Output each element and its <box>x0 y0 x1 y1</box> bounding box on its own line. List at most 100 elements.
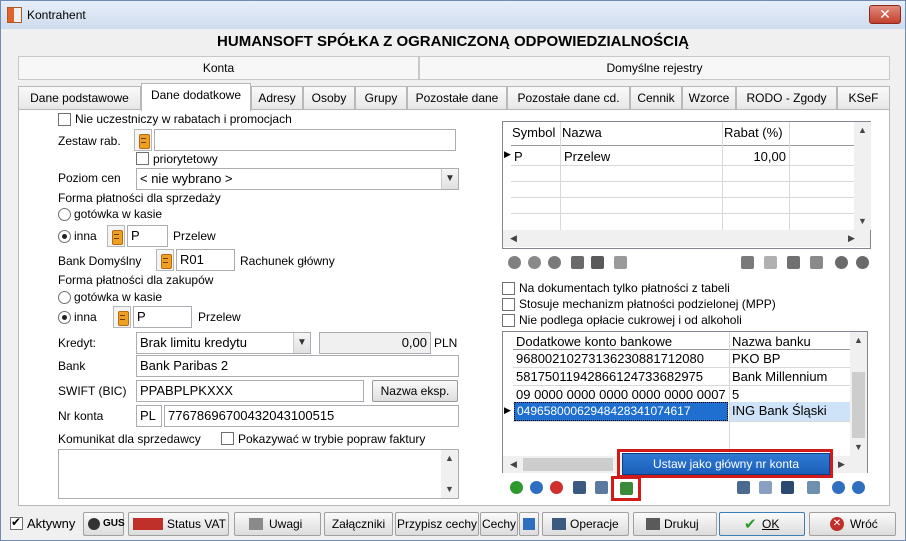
print-icon[interactable] <box>737 481 750 494</box>
tab-dane-dodatkowe[interactable]: Dane dodatkowe <box>141 83 251 111</box>
tab-adresy[interactable]: Adresy <box>251 86 303 110</box>
tab-rodo-zgody[interactable]: RODO - Zgody <box>736 86 837 110</box>
scroll-up-icon[interactable]: ▲ <box>850 332 867 349</box>
bank-scrollbar-v[interactable]: ▲ ▼ <box>850 332 867 456</box>
edit-icon[interactable] <box>528 256 541 269</box>
nr-konta-country-input[interactable]: PL <box>136 405 162 427</box>
drukuj-button[interactable]: Drukuj <box>633 512 717 536</box>
gotowka-zakup-label: gotówka w kasie <box>74 290 163 304</box>
cechy-button[interactable]: Cechy <box>480 512 518 536</box>
tab-osoby[interactable]: Osoby <box>303 86 355 110</box>
operacje-button[interactable]: Operacje <box>542 512 629 536</box>
kredyt-amount-input[interactable]: 0,00 <box>319 332 431 354</box>
komunikat-textarea[interactable] <box>58 449 459 499</box>
uwagi-button[interactable]: Uwagi <box>234 512 321 536</box>
next-icon[interactable] <box>852 481 865 494</box>
status-vat-button[interactable]: Status VAT <box>128 512 229 536</box>
tab-grupy[interactable]: Grupy <box>355 86 407 110</box>
print-icon[interactable] <box>741 256 754 269</box>
nazwa-eksp-button[interactable]: Nazwa eksp. <box>372 380 458 402</box>
scroll-down-icon[interactable]: ▼ <box>850 439 867 456</box>
poziom-cen-select[interactable]: < nie wybrano > ▼ <box>136 168 459 190</box>
pokazywac-checkbox[interactable] <box>221 432 234 445</box>
scroll-thumb[interactable] <box>852 372 865 438</box>
forma-zakupow-code-input[interactable]: P <box>133 306 192 328</box>
close-button[interactable]: ✕ <box>869 5 901 24</box>
mpp-checkbox[interactable] <box>502 298 515 311</box>
copy-icon[interactable] <box>807 481 820 494</box>
swift-input[interactable]: PPABPLPKXXX <box>136 380 364 402</box>
section-domyslne-rejestry[interactable]: Domyślne rejestry <box>419 56 890 80</box>
przypisz-cechy-button[interactable]: Przypisz cechy <box>395 512 479 536</box>
rabat-scrollbar-h[interactable]: ◀ ▶ <box>503 230 870 247</box>
bank-domyslny-picker-icon[interactable] <box>156 249 174 271</box>
gotowka-zakup-radio[interactable] <box>58 291 71 304</box>
save-icon[interactable] <box>787 256 800 269</box>
copy-icon[interactable] <box>810 256 823 269</box>
ok-button[interactable]: ✔ OK <box>719 512 805 536</box>
nie-uczestniczy-checkbox[interactable] <box>58 113 71 126</box>
scroll-down-icon[interactable]: ▼ <box>441 481 458 498</box>
zestaw-rab-input[interactable] <box>154 129 456 151</box>
zalaczniki-button[interactable]: Załączniki <box>324 512 393 536</box>
gus-button[interactable]: GUS <box>83 512 125 536</box>
forma-sprzedazy-picker-icon[interactable] <box>107 225 125 247</box>
priorytetowy-checkbox[interactable] <box>136 152 149 165</box>
section-konta[interactable]: Konta <box>18 56 419 80</box>
rabat-scrollbar-v[interactable]: ▲ ▼ <box>854 122 871 230</box>
swift-label: SWIFT (BIC) <box>58 384 127 398</box>
save-icon[interactable] <box>781 481 794 494</box>
tab-pozostale-dane-cd[interactable]: Pozostałe dane cd. <box>507 86 630 110</box>
forma-zakupow-picker-icon[interactable] <box>113 306 131 328</box>
link-icon[interactable] <box>595 481 608 494</box>
bank-domyslny-code-input[interactable]: R01 <box>176 249 235 271</box>
scroll-down-icon[interactable]: ▼ <box>854 213 871 230</box>
na-dokumentach-checkbox[interactable] <box>502 282 515 295</box>
scroll-right-icon[interactable]: ▶ <box>833 456 850 473</box>
chevron-down-icon[interactable]: ▼ <box>293 333 310 353</box>
scroll-right-icon[interactable]: ▶ <box>843 230 860 247</box>
nr-konta-input[interactable]: 77678696700432043100515 <box>164 405 459 427</box>
prev-icon[interactable] <box>832 481 845 494</box>
kredyt-select[interactable]: Brak limitu kredytu ▼ <box>136 332 311 354</box>
set-main-account-menu-item[interactable]: Ustaw jako główny nr konta <box>622 453 830 475</box>
komunikat-scrollbar[interactable]: ▲ ▼ <box>441 450 458 498</box>
status-vat-icon <box>133 518 163 530</box>
tab-pozostale-dane[interactable]: Pozostałe dane <box>407 86 507 110</box>
tab-dane-podstawowe[interactable]: Dane podstawowe <box>18 86 141 110</box>
document-icon[interactable] <box>759 481 772 494</box>
cechy-tree-button[interactable] <box>519 512 539 536</box>
scroll-up-icon[interactable]: ▲ <box>441 450 458 467</box>
edit-icon[interactable] <box>530 481 543 494</box>
forma-zakupow-name: Przelew <box>198 310 241 324</box>
oplata-cukrowa-checkbox[interactable] <box>502 314 515 327</box>
inna-zakup-radio[interactable] <box>58 311 71 324</box>
document-icon[interactable] <box>764 256 777 269</box>
chevron-down-icon[interactable]: ▼ <box>441 169 458 189</box>
scroll-left-icon[interactable]: ◀ <box>505 230 522 247</box>
forma-sprzedazy-code-input[interactable]: P <box>127 225 168 247</box>
delete-icon[interactable] <box>550 481 563 494</box>
bank-input[interactable]: Bank Paribas 2 <box>136 355 459 377</box>
scroll-left-icon[interactable]: ◀ <box>505 456 522 473</box>
inna-sprzedaz-radio[interactable] <box>58 230 71 243</box>
aktywny-checkbox[interactable] <box>10 515 23 530</box>
delete-icon[interactable] <box>548 256 561 269</box>
scroll-thumb[interactable] <box>523 458 613 471</box>
table-icon[interactable] <box>571 256 584 269</box>
export-icon[interactable] <box>591 256 604 269</box>
add-icon[interactable] <box>510 481 523 494</box>
zestaw-rab-picker-icon[interactable] <box>134 129 152 151</box>
tab-wzorce[interactable]: Wzorce <box>682 86 736 110</box>
link-icon[interactable] <box>614 256 627 269</box>
add-icon[interactable] <box>508 256 521 269</box>
prev-icon[interactable] <box>835 256 848 269</box>
wroc-button[interactable]: ✕ Wróć <box>809 512 896 536</box>
scroll-up-icon[interactable]: ▲ <box>854 122 871 139</box>
poziom-cen-value: < nie wybrano > <box>140 171 233 186</box>
next-icon[interactable] <box>856 256 869 269</box>
gotowka-sprzedaz-radio[interactable] <box>58 208 71 221</box>
table-icon[interactable] <box>573 481 586 494</box>
tab-cennik[interactable]: Cennik <box>630 86 682 110</box>
tab-ksef[interactable]: KSeF <box>837 86 890 110</box>
